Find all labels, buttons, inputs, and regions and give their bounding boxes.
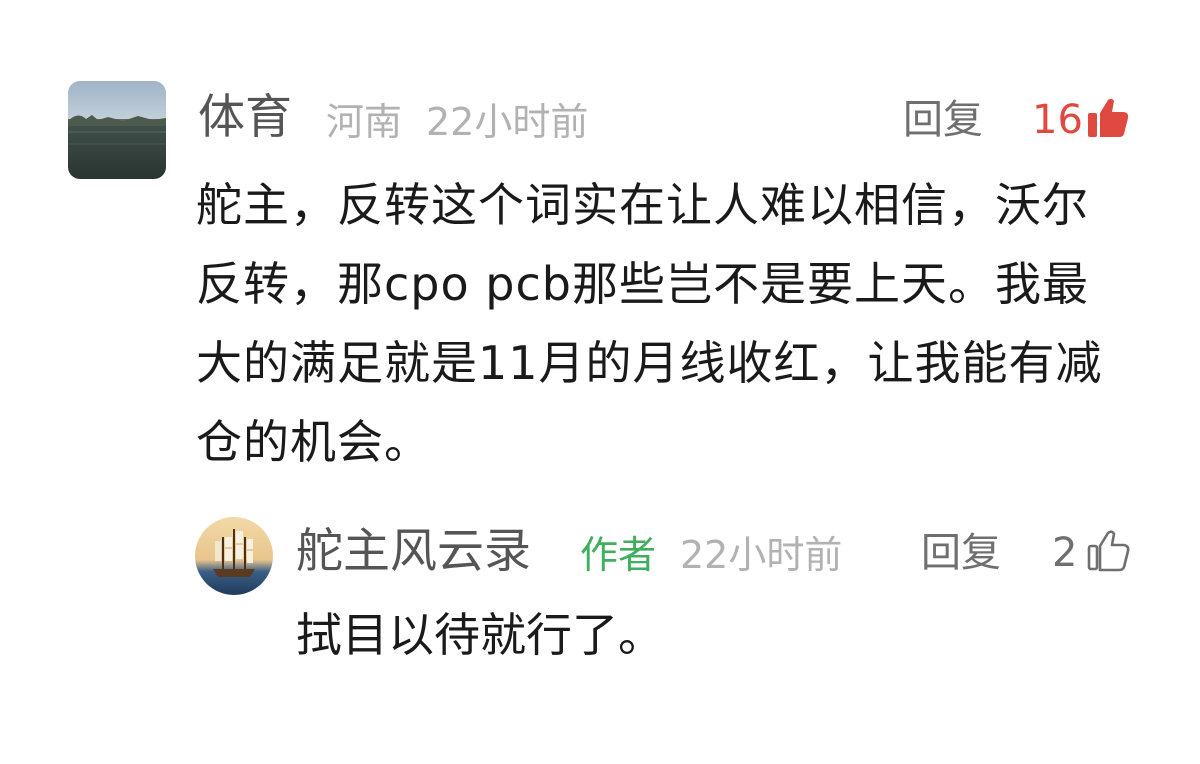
reply-text: 拭目以待就行了。 (296, 608, 664, 662)
reply-reply-button[interactable]: 回复 (921, 533, 1001, 573)
reply-timestamp: 22小时前 (680, 533, 843, 577)
comment-reply-button[interactable]: 回复 (903, 100, 983, 140)
thumbs-up-filled-icon[interactable] (1086, 97, 1130, 139)
author-badge: 作者 (580, 533, 657, 577)
reply-username[interactable]: 舵主风云录 (296, 528, 531, 575)
comment-thread: 体育 河南 22小时前 回复 16 舵主，反转这个词实在让人难以相信，沃尔反转，… (0, 0, 1200, 764)
comment-username[interactable]: 体育 (198, 94, 292, 141)
comment-like-count[interactable]: 16 (1032, 100, 1083, 140)
reply-like-count[interactable]: 2 (1052, 533, 1077, 573)
comment-text: 舵主，反转这个词实在让人难以相信，沃尔反转，那cpo pcb那些岂不是要上天。我… (196, 178, 1103, 469)
author-avatar[interactable] (195, 517, 273, 595)
thumbs-up-outline-icon[interactable] (1086, 530, 1130, 572)
comment-location: 河南 (326, 100, 403, 144)
comment-timestamp: 22小时前 (426, 100, 589, 144)
user-avatar[interactable] (68, 81, 166, 179)
